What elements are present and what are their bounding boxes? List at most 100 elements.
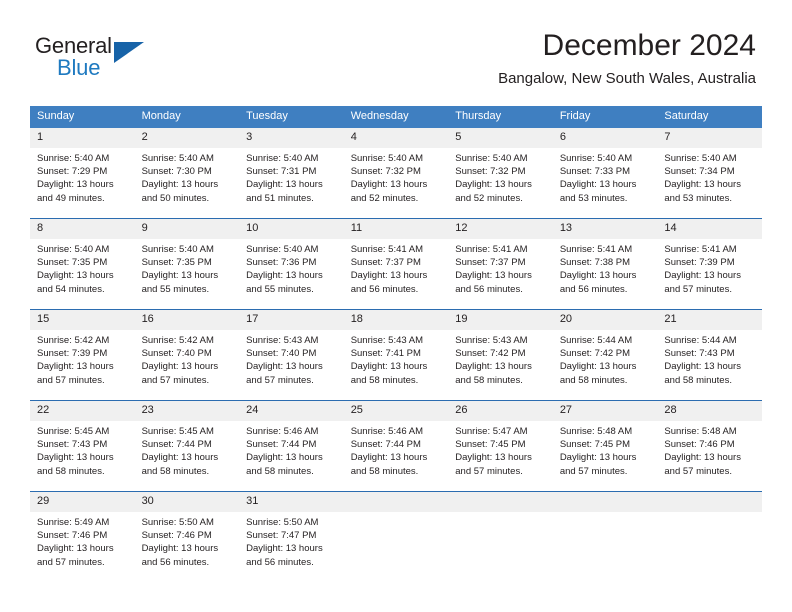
daylight-text: and 57 minutes. — [141, 374, 210, 386]
calendar-day-cell[interactable]: 17 Sunrise: 5:43 AM Sunset: 7:40 PM Dayligh… — [239, 309, 344, 401]
calendar-day-cell[interactable]: 10 Sunrise: 5:40 AM Sunset: 7:36 PM Dayligh… — [239, 218, 344, 310]
calendar-day-cell[interactable]: 15 Sunrise: 5:42 AM Sunset: 7:39 PM Dayligh… — [30, 309, 135, 401]
calendar-day-cell[interactable]: 24 Sunrise: 5:46 AM Sunset: 7:44 PM Dayligh… — [239, 400, 344, 492]
sunset-text: Sunset: 7:39 PM — [664, 257, 735, 269]
daylight-text: and 58 minutes. — [37, 465, 105, 477]
calendar-day-cell[interactable]: 7 Sunrise: 5:40 AM Sunset: 7:34 PM Daylight… — [657, 128, 762, 219]
daylight-text: Daylight: 13 hours — [141, 179, 219, 191]
daylight-text: and 57 minutes. — [37, 374, 105, 386]
generalblue-logo[interactable]: General Blue — [35, 33, 205, 83]
calendar-day-cell[interactable]: 3 Sunrise: 5:40 AM Sunset: 7:31 PM Daylight… — [239, 128, 344, 219]
sunset-text: Sunset: 7:46 PM — [37, 530, 108, 542]
day-number: 14 — [657, 219, 762, 239]
daylight-text: Daylight: 13 hours — [37, 452, 114, 464]
triangle-flag-icon — [114, 42, 144, 63]
calendar-day-cell[interactable]: 19 Sunrise: 5:43 AM Sunset: 7:42 PM Dayligh… — [448, 309, 553, 401]
day-number: 6 — [552, 128, 658, 148]
day-number: 3 — [239, 128, 344, 148]
daylight-text: Daylight: 13 hours — [559, 361, 637, 373]
day-number: 24 — [239, 401, 344, 421]
calendar-day-cell-empty — [343, 491, 449, 582]
sunset-text: Sunset: 7:37 PM — [350, 257, 421, 269]
calendar-day-cell[interactable]: 30 Sunrise: 5:50 AM Sunset: 7:46 PM Dayligh… — [134, 491, 240, 582]
weekday-header-friday: Friday — [552, 106, 658, 128]
calendar-week-row: 29 Sunrise: 5:49 AM Sunset: 7:46 PM Dayligh… — [30, 491, 762, 582]
calendar-day-cell[interactable]: 29 Sunrise: 5:49 AM Sunset: 7:46 PM Dayligh… — [30, 491, 135, 582]
sunrise-text: Sunrise: 5:43 AM — [246, 335, 319, 346]
calendar-day-cell[interactable]: 31 Sunrise: 5:50 AM Sunset: 7:47 PM Dayligh… — [239, 491, 344, 582]
sunset-text: Sunset: 7:35 PM — [37, 257, 108, 269]
daylight-text: Daylight: 13 hours — [246, 543, 323, 555]
daylight-text: and 49 minutes. — [37, 192, 105, 204]
sunrise-text: Sunrise: 5:45 AM — [37, 426, 110, 437]
daylight-text: and 57 minutes. — [664, 465, 732, 477]
calendar-day-cell[interactable]: 16 Sunrise: 5:42 AM Sunset: 7:40 PM Dayligh… — [134, 309, 240, 401]
sunrise-text: Sunrise: 5:43 AM — [350, 335, 424, 346]
daylight-text: Daylight: 13 hours — [37, 361, 114, 373]
day-number: 15 — [30, 310, 135, 330]
calendar-day-cell[interactable]: 14 Sunrise: 5:41 AM Sunset: 7:39 PM Dayligh… — [657, 218, 762, 310]
daylight-text: and 58 minutes. — [350, 374, 419, 386]
calendar-day-cell[interactable]: 12 Sunrise: 5:41 AM Sunset: 7:37 PM Dayligh… — [448, 218, 553, 310]
calendar-day-cell[interactable]: 23 Sunrise: 5:45 AM Sunset: 7:44 PM Dayligh… — [134, 400, 240, 492]
daylight-text: and 56 minutes. — [350, 283, 419, 295]
day-details: Sunrise: 5:41 AM Sunset: 7:39 PM Daylight:… — [657, 239, 762, 296]
daylight-text: Daylight: 13 hours — [141, 452, 219, 464]
daylight-text: Daylight: 13 hours — [37, 543, 114, 555]
calendar-day-cell[interactable]: 25 Sunrise: 5:46 AM Sunset: 7:44 PM Dayligh… — [343, 400, 449, 492]
sunset-text: Sunset: 7:46 PM — [141, 530, 212, 542]
calendar-day-cell[interactable]: 1 Sunrise: 5:40 AM Sunset: 7:29 PM Daylight… — [30, 128, 135, 219]
calendar-day-cell[interactable]: 26 Sunrise: 5:47 AM Sunset: 7:45 PM Dayligh… — [448, 400, 553, 492]
daylight-text: and 52 minutes. — [455, 192, 523, 204]
calendar-day-cell[interactable]: 8 Sunrise: 5:40 AM Sunset: 7:35 PM Daylight… — [30, 218, 135, 310]
weekday-header-wednesday: Wednesday — [343, 106, 449, 128]
daylight-text: and 57 minutes. — [246, 374, 314, 386]
day-number: 10 — [239, 219, 344, 239]
sunrise-text: Sunrise: 5:43 AM — [455, 335, 528, 346]
day-details: Sunrise: 5:40 AM Sunset: 7:35 PM Daylight:… — [30, 239, 135, 296]
calendar-day-cell[interactable]: 20 Sunrise: 5:44 AM Sunset: 7:42 PM Dayligh… — [552, 309, 658, 401]
sunset-text: Sunset: 7:36 PM — [246, 257, 317, 269]
daylight-text: Daylight: 13 hours — [350, 361, 428, 373]
calendar-day-cell-empty — [657, 491, 762, 582]
calendar-day-cell[interactable]: 11 Sunrise: 5:41 AM Sunset: 7:37 PM Dayligh… — [343, 218, 449, 310]
daylight-text: Daylight: 13 hours — [455, 179, 532, 191]
day-details: Sunrise: 5:40 AM Sunset: 7:35 PM Daylight:… — [135, 239, 240, 296]
day-number — [657, 492, 762, 512]
day-details: Sunrise: 5:43 AM Sunset: 7:40 PM Daylight:… — [239, 330, 344, 387]
sunrise-text: Sunrise: 5:40 AM — [350, 153, 424, 164]
daylight-text: Daylight: 13 hours — [664, 179, 741, 191]
sunrise-text: Sunrise: 5:40 AM — [246, 153, 319, 164]
daylight-text: Daylight: 13 hours — [37, 270, 114, 282]
daylight-text: and 50 minutes. — [141, 192, 210, 204]
sunrise-text: Sunrise: 5:40 AM — [141, 244, 214, 255]
calendar-day-cell[interactable]: 21 Sunrise: 5:44 AM Sunset: 7:43 PM Dayligh… — [657, 309, 762, 401]
calendar-day-cell[interactable]: 13 Sunrise: 5:41 AM Sunset: 7:38 PM Dayligh… — [552, 218, 658, 310]
day-details: Sunrise: 5:48 AM Sunset: 7:46 PM Daylight:… — [657, 421, 762, 478]
daylight-text: and 58 minutes. — [664, 374, 732, 386]
daylight-text: Daylight: 13 hours — [559, 179, 637, 191]
sunrise-text: Sunrise: 5:40 AM — [37, 244, 110, 255]
sunrise-text: Sunrise: 5:49 AM — [37, 517, 110, 528]
daylight-text: Daylight: 13 hours — [246, 270, 323, 282]
day-number: 11 — [343, 219, 449, 239]
calendar-day-cell[interactable]: 4 Sunrise: 5:40 AM Sunset: 7:32 PM Daylight… — [343, 128, 449, 219]
day-number: 19 — [448, 310, 553, 330]
calendar-day-cell[interactable]: 22 Sunrise: 5:45 AM Sunset: 7:43 PM Dayligh… — [30, 400, 135, 492]
day-number: 9 — [134, 219, 240, 239]
day-details: Sunrise: 5:40 AM Sunset: 7:31 PM Daylight:… — [239, 148, 344, 205]
sunrise-text: Sunrise: 5:46 AM — [246, 426, 319, 437]
calendar-day-cell[interactable]: 28 Sunrise: 5:48 AM Sunset: 7:46 PM Dayligh… — [657, 400, 762, 492]
calendar-day-cell[interactable]: 18 Sunrise: 5:43 AM Sunset: 7:41 PM Dayligh… — [343, 309, 449, 401]
calendar-day-cell[interactable]: 6 Sunrise: 5:40 AM Sunset: 7:33 PM Daylight… — [552, 128, 658, 219]
daylight-text: and 56 minutes. — [455, 283, 523, 295]
sunrise-text: Sunrise: 5:40 AM — [141, 153, 214, 164]
daylight-text: Daylight: 13 hours — [664, 270, 741, 282]
calendar-day-cell[interactable]: 5 Sunrise: 5:40 AM Sunset: 7:32 PM Daylight… — [448, 128, 553, 219]
calendar-day-cell[interactable]: 27 Sunrise: 5:48 AM Sunset: 7:45 PM Dayligh… — [552, 400, 658, 492]
calendar-day-cell[interactable]: 9 Sunrise: 5:40 AM Sunset: 7:35 PM Daylight… — [134, 218, 240, 310]
calendar-week-row: 22 Sunrise: 5:45 AM Sunset: 7:43 PM Dayligh… — [30, 400, 762, 492]
calendar-day-cell[interactable]: 2 Sunrise: 5:40 AM Sunset: 7:30 PM Daylight… — [134, 128, 240, 219]
day-number: 18 — [343, 310, 449, 330]
day-details: Sunrise: 5:49 AM Sunset: 7:46 PM Daylight:… — [30, 512, 135, 569]
